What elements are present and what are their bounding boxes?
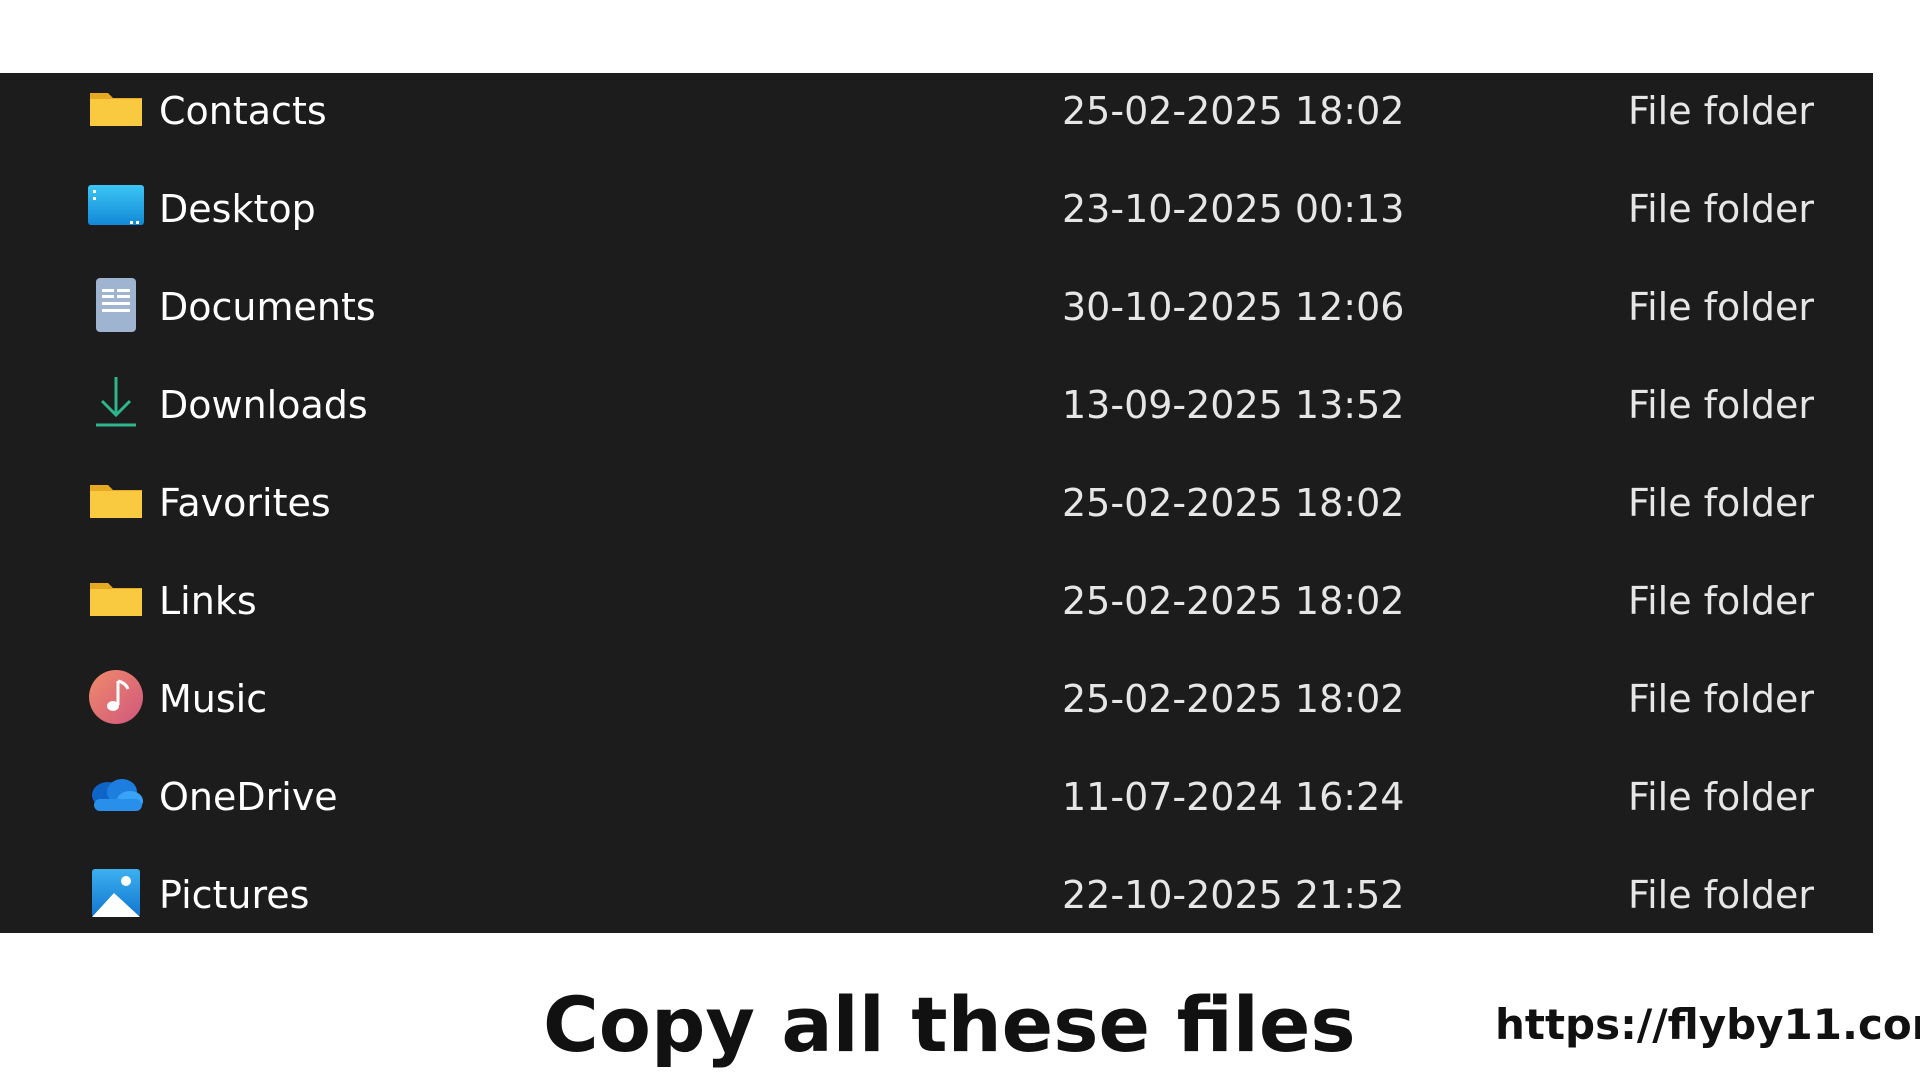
file-name: Pictures xyxy=(159,873,310,917)
file-row-documents[interactable]: Documents 30-10-2025 12:06 File folder xyxy=(0,269,1873,367)
file-type: File folder xyxy=(1628,285,1814,329)
file-type: File folder xyxy=(1628,873,1814,917)
music-note-icon xyxy=(86,667,146,727)
file-name: Music xyxy=(159,677,268,721)
folder-icon xyxy=(86,569,146,629)
file-name: Documents xyxy=(159,285,376,329)
file-name: Contacts xyxy=(159,89,327,133)
desktop-folder-icon xyxy=(86,177,146,237)
file-date-modified: 25-02-2025 18:02 xyxy=(1062,89,1405,133)
file-type: File folder xyxy=(1628,383,1814,427)
file-row-contacts[interactable]: Contacts 25-02-2025 18:02 File folder xyxy=(0,73,1873,171)
file-name: Favorites xyxy=(159,481,331,525)
file-date-modified: 11-07-2024 16:24 xyxy=(1062,775,1405,819)
file-date-modified: 25-02-2025 18:02 xyxy=(1062,677,1405,721)
folder-icon xyxy=(86,79,146,139)
folder-icon xyxy=(86,471,146,531)
file-type: File folder xyxy=(1628,187,1814,231)
file-type: File folder xyxy=(1628,677,1814,721)
caption-text: Copy all these files xyxy=(543,980,1356,1069)
file-date-modified: 23-10-2025 00:13 xyxy=(1062,187,1405,231)
file-name: Desktop xyxy=(159,187,316,231)
file-type: File folder xyxy=(1628,579,1814,623)
download-arrow-icon xyxy=(86,373,146,433)
file-date-modified: 30-10-2025 12:06 xyxy=(1062,285,1405,329)
file-row-onedrive[interactable]: OneDrive 11-07-2024 16:24 File folder xyxy=(0,759,1873,857)
documents-folder-icon xyxy=(86,275,146,335)
file-list-panel: Contacts 25-02-2025 18:02 File folder De… xyxy=(0,73,1873,933)
file-date-modified: 25-02-2025 18:02 xyxy=(1062,481,1405,525)
file-type: File folder xyxy=(1628,481,1814,525)
file-type: File folder xyxy=(1628,775,1814,819)
file-row-music[interactable]: Music 25-02-2025 18:02 File folder xyxy=(0,661,1873,759)
file-row-favorites[interactable]: Favorites 25-02-2025 18:02 File folder xyxy=(0,465,1873,563)
onedrive-cloud-icon xyxy=(86,765,146,825)
file-row-downloads[interactable]: Downloads 13-09-2025 13:52 File folder xyxy=(0,367,1873,465)
file-row-links[interactable]: Links 25-02-2025 18:02 File folder xyxy=(0,563,1873,661)
file-type: File folder xyxy=(1628,89,1814,133)
file-name: Links xyxy=(159,579,257,623)
file-name: Downloads xyxy=(159,383,368,427)
file-name: OneDrive xyxy=(159,775,338,819)
file-row-desktop[interactable]: Desktop 23-10-2025 00:13 File folder xyxy=(0,171,1873,269)
file-row-pictures[interactable]: Pictures 22-10-2025 21:52 File folder xyxy=(0,857,1873,955)
website-url: https://flyby11.com xyxy=(1495,1000,1920,1049)
file-date-modified: 22-10-2025 21:52 xyxy=(1062,873,1405,917)
pictures-folder-icon xyxy=(86,863,146,923)
file-date-modified: 13-09-2025 13:52 xyxy=(1062,383,1405,427)
file-date-modified: 25-02-2025 18:02 xyxy=(1062,579,1405,623)
